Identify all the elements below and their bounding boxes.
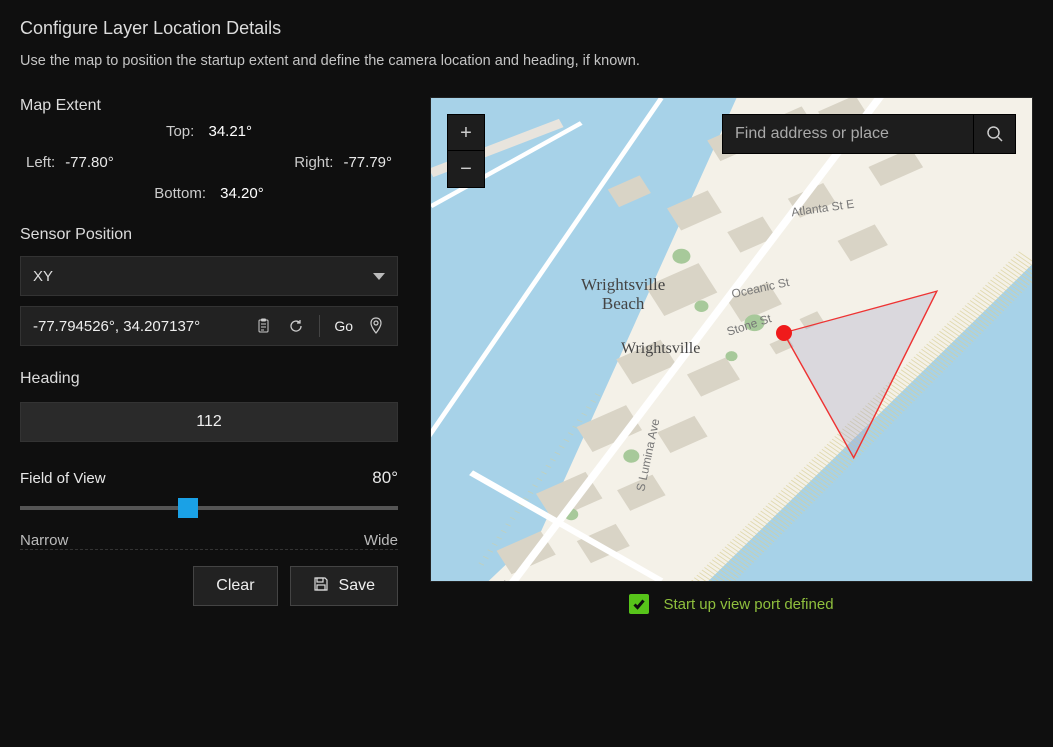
fov-value: 80°: [372, 468, 398, 488]
page-subtitle: Use the map to position the startup exte…: [20, 53, 1033, 69]
map-terrain: [431, 98, 1032, 581]
zoom-out-button[interactable]: −: [448, 151, 484, 187]
map-search-input[interactable]: [723, 115, 973, 153]
save-button-label: Save: [339, 577, 375, 595]
save-icon: [313, 576, 329, 597]
config-panel: Map Extent Top: 34.21° Left: -77.80° Rig…: [0, 97, 418, 626]
chevron-down-icon: [373, 273, 385, 280]
sensor-marker[interactable]: [776, 325, 792, 341]
extent-left-label: Left:: [26, 154, 55, 171]
search-button[interactable]: [973, 115, 1015, 153]
map-extent-values: Top: 34.21° Left: -77.80° Right: -77.79°…: [20, 123, 398, 202]
map-search: [722, 114, 1016, 154]
status-text: Start up view port defined: [663, 596, 833, 613]
map-extent-heading: Map Extent: [20, 97, 398, 115]
fov-slider[interactable]: [20, 506, 398, 510]
sensor-mode-select[interactable]: XY: [20, 256, 398, 296]
extent-bottom-value: 34.20°: [220, 185, 264, 202]
status-check-icon: [629, 594, 649, 614]
location-pin-icon[interactable]: [363, 313, 389, 339]
extent-bottom-label: Bottom:: [154, 185, 216, 202]
fov-slider-thumb[interactable]: [178, 498, 198, 518]
heading-input[interactable]: [20, 402, 398, 442]
map-zoom-controls: + −: [447, 114, 485, 188]
clear-button-label: Clear: [216, 577, 254, 595]
extent-right-value: -77.79°: [343, 154, 392, 171]
map-viewport[interactable]: WrightsvilleBeach Wrightsville Atlanta S…: [430, 97, 1033, 582]
heading-label: Heading: [20, 370, 398, 388]
zoom-in-button[interactable]: +: [448, 115, 484, 151]
clipboard-icon[interactable]: [251, 313, 277, 339]
extent-top-label: Top:: [166, 123, 204, 140]
map-place-label-2: Wrightsville: [621, 340, 700, 358]
coordinate-input-row: Go: [20, 306, 398, 346]
clear-button[interactable]: Clear: [193, 566, 277, 606]
divider: [319, 315, 320, 337]
refresh-icon[interactable]: [283, 313, 309, 339]
go-button[interactable]: Go: [330, 318, 357, 334]
page-title: Configure Layer Location Details: [20, 18, 1033, 39]
save-button[interactable]: Save: [290, 566, 398, 606]
extent-right-label: Right:: [294, 154, 333, 171]
fov-narrow-label: Narrow: [20, 532, 68, 549]
sensor-position-heading: Sensor Position: [20, 226, 398, 244]
map-status-bar: Start up view port defined: [430, 582, 1033, 626]
search-icon: [986, 125, 1004, 143]
map-place-label: WrightsvilleBeach: [581, 276, 665, 313]
extent-left-value: -77.80°: [65, 154, 114, 171]
fov-wide-label: Wide: [364, 532, 398, 549]
sensor-mode-value: XY: [33, 268, 53, 285]
extent-top-value: 34.21°: [208, 123, 252, 140]
fov-label: Field of View: [20, 470, 106, 487]
coordinate-input[interactable]: [33, 318, 245, 335]
